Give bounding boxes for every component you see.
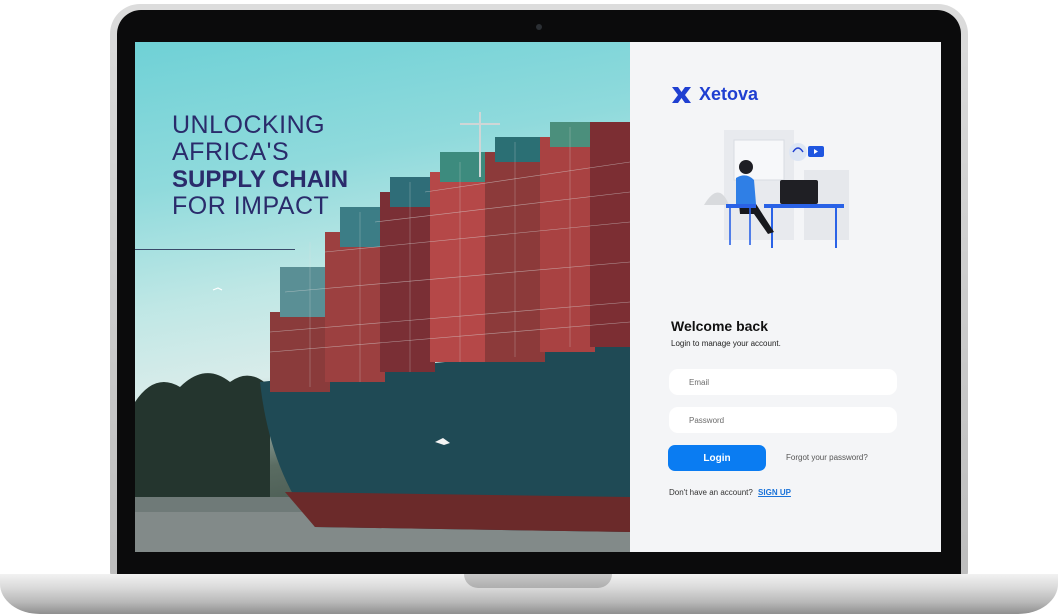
login-button[interactable]: Login [668, 445, 766, 471]
webcam-icon [536, 24, 542, 30]
hero-line-3: SUPPLY CHAIN [172, 166, 349, 193]
person-at-desk-illustration [704, 130, 849, 248]
signup-prompt: Don't have an account? [669, 488, 753, 497]
password-input[interactable] [669, 407, 897, 433]
laptop-screen: UNLOCKING AFRICA'S SUPPLY CHAIN FOR IMPA… [135, 42, 941, 552]
xetova-logo-icon [672, 86, 691, 103]
forgot-password-link[interactable]: Forgot your password? [786, 453, 868, 462]
welcome-subtitle: Login to manage your account. [671, 339, 781, 348]
hero-line-2: AFRICA'S [172, 138, 290, 166]
login-panel: Xetova Welcome back Login to manage your… [630, 42, 941, 552]
hero-headline: UNLOCKING AFRICA'S SUPPLY CHAIN FOR IMPA… [172, 112, 348, 220]
brand-name: Xetova [699, 84, 759, 104]
hero-line-4: FOR IMPACT [172, 192, 330, 220]
brand-logo[interactable]: Xetova [671, 84, 758, 105]
signup-link[interactable]: SIGN UP [758, 488, 791, 497]
welcome-heading: Welcome back [671, 318, 769, 334]
hero-image: UNLOCKING AFRICA'S SUPPLY CHAIN FOR IMPA… [135, 42, 630, 552]
laptop-notch [464, 574, 612, 588]
signup-row: Don't have an account? SIGN UP [669, 488, 791, 497]
email-input[interactable] [669, 369, 897, 395]
hero-divider [135, 249, 295, 250]
hero-line-1: UNLOCKING [172, 111, 326, 139]
